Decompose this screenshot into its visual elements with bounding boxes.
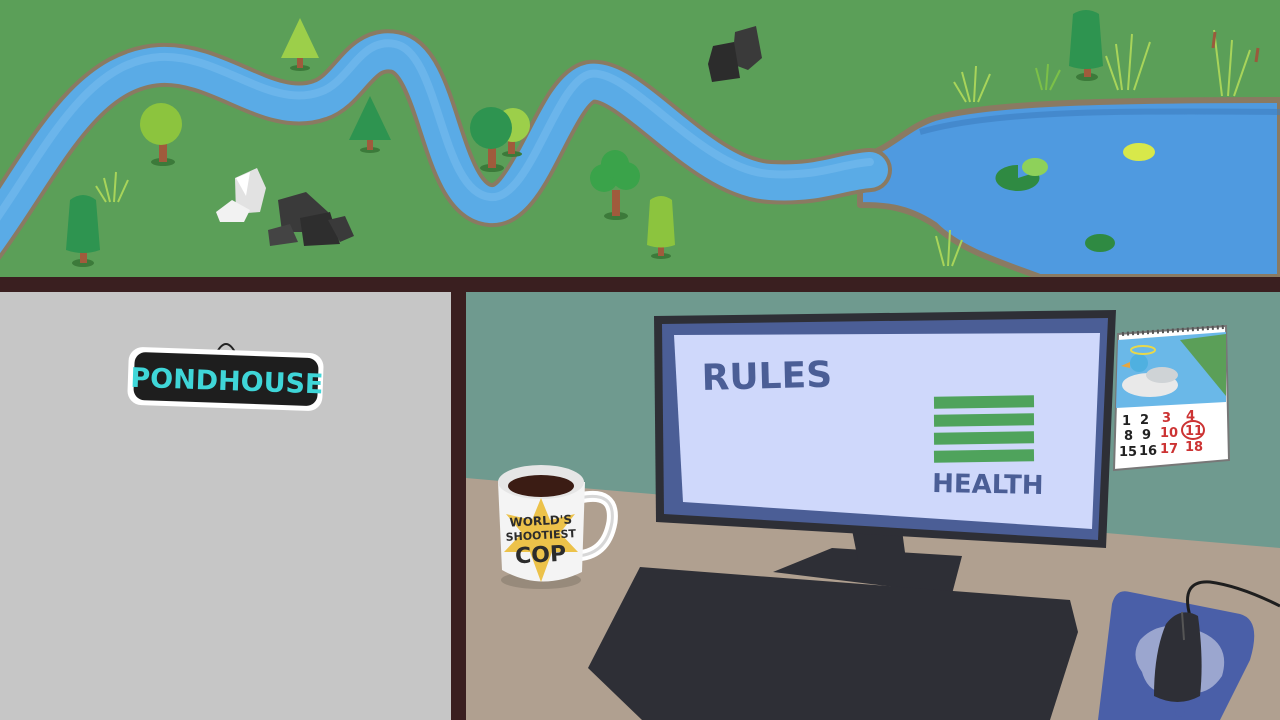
pondhouse-sign[interactable]: PONDHOUSE [127,343,324,411]
nature-map [0,0,1280,280]
calendar-day: 2 [1140,413,1149,428]
calendar-day: 10 [1160,426,1178,441]
lily-pad [1123,143,1155,161]
mug-text-line3: COP [515,542,567,570]
mouse-pad-dot [1175,707,1185,717]
lily-pad [1085,234,1115,252]
calendar-day: 18 [1185,440,1203,455]
rules-title: RULES [701,355,832,399]
coffee [508,475,574,497]
calendar-day: 16 [1139,444,1157,459]
health-bar-segment [933,395,1035,409]
health-bar-segment [933,413,1035,427]
frame-divider-horizontal [0,277,1280,292]
calendar-day: 1 [1122,414,1131,429]
health-bar-segment [933,449,1035,463]
left-panel: PONDHOUSE [0,292,451,720]
office-scene: 1 2 3 4 8 9 10 11 15 16 17 18 RULES HEAL… [466,292,1280,720]
frame-divider-vertical [451,292,466,720]
calendar-day: 9 [1142,428,1151,443]
health-label: HEALTH [932,469,1044,501]
health-bar-segment [933,431,1035,445]
calendar-day: 17 [1160,442,1178,457]
calendar-day: 3 [1162,411,1171,426]
wall-calendar[interactable]: 1 2 3 4 8 9 10 11 15 16 17 18 [1112,324,1231,472]
game-scene: PONDHOUSE 1 2 3 4 8 9 10 11 15 16 17 18 … [0,0,1280,720]
calendar-day: 8 [1124,429,1133,444]
calendar-day: 15 [1119,445,1137,460]
